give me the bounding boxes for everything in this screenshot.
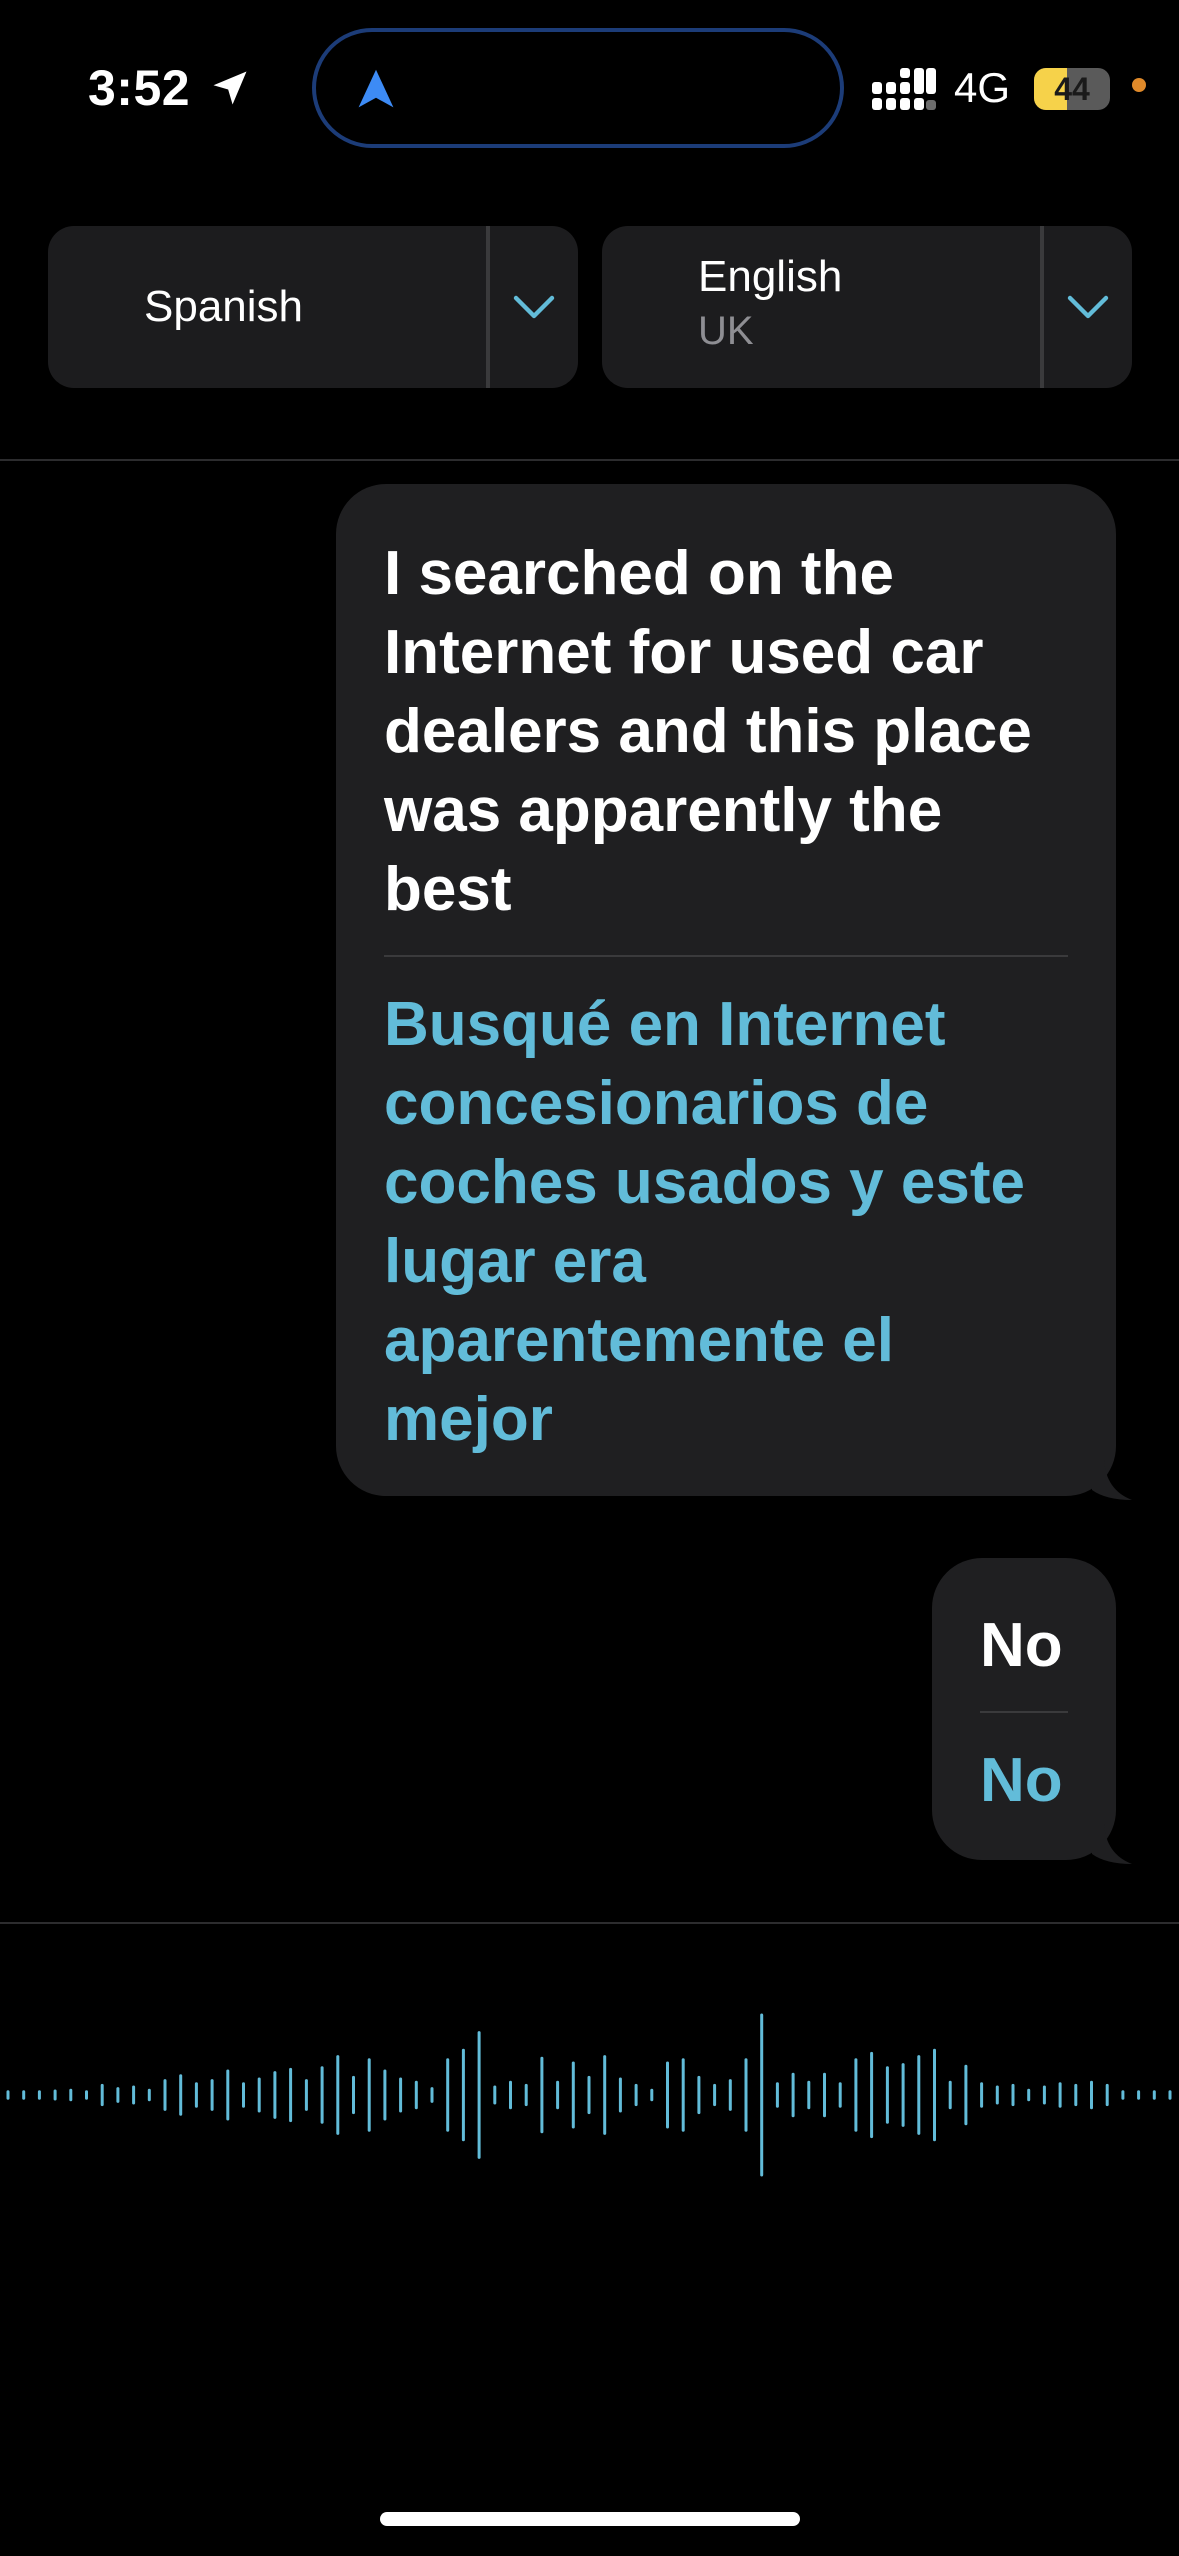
message-bubble[interactable]: No No (932, 1558, 1132, 1864)
original-text: I searched on the Internet for used car … (384, 539, 1032, 924)
target-language-name: English (698, 252, 843, 301)
target-language-region: UK (698, 309, 754, 353)
dynamic-island[interactable] (312, 28, 844, 148)
network-type: 4G (954, 64, 1011, 111)
chevron-down-icon[interactable] (510, 282, 558, 330)
header-separator (0, 459, 1179, 461)
bubble-divider (384, 955, 1068, 957)
navigation-icon (358, 69, 394, 108)
conversation-separator (0, 1922, 1179, 1924)
battery-percent: 44 (1054, 71, 1090, 107)
chevron-down-icon[interactable] (1064, 282, 1112, 330)
cellular-signal-icon (872, 68, 936, 110)
source-language-name: Spanish (144, 282, 304, 331)
selector-divider (1040, 226, 1044, 388)
bubble-tail (1092, 1460, 1132, 1500)
battery-icon: 44 (1034, 68, 1110, 110)
target-language-selector[interactable]: English UK (602, 226, 1132, 388)
bubble-divider (980, 1711, 1068, 1713)
original-text: No (980, 1611, 1063, 1680)
audio-waveform-icon (6, 2013, 1172, 2177)
translated-text: No (980, 1746, 1063, 1815)
status-bar: 3:52 4G 44 (0, 0, 1179, 175)
bubble-tail (1092, 1824, 1132, 1864)
recording-dot-icon (1132, 78, 1146, 92)
location-arrow-icon (213, 71, 247, 105)
message-bubble[interactable]: I searched on the Internet for used car … (336, 484, 1132, 1500)
source-language-selector[interactable]: Spanish (48, 226, 578, 388)
selector-divider (486, 226, 490, 388)
home-indicator[interactable] (380, 2512, 800, 2526)
status-time: 3:52 (88, 60, 191, 116)
translated-text: Busqué en Internet concesionarios de coc… (384, 990, 1025, 1454)
